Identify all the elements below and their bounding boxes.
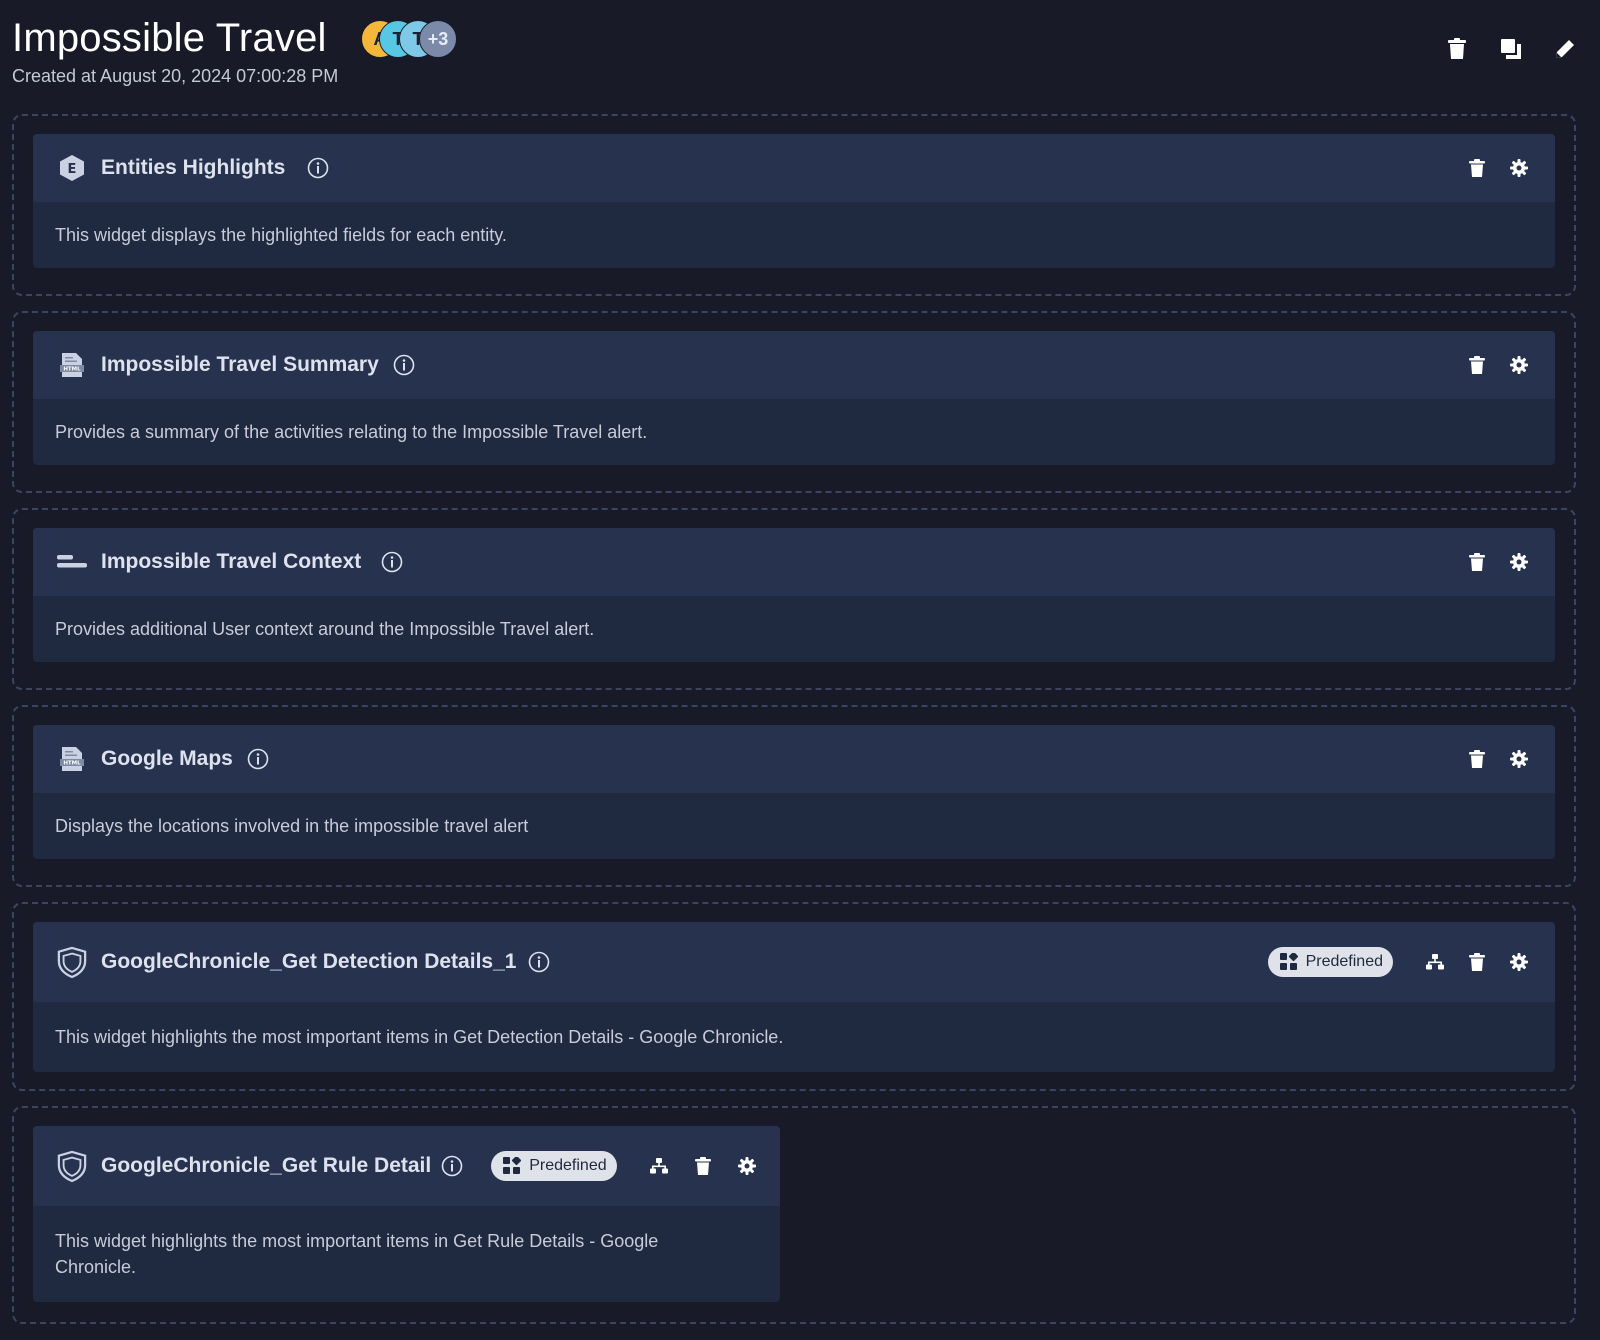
badge-label: Predefined [1305,953,1383,970]
widget-header: HTML Impossible Travel Summary [33,331,1555,399]
widget-header: GoogleChronicle_Get Rule Detail Predefin… [33,1126,780,1206]
gear-icon[interactable] [1509,952,1529,972]
trash-icon[interactable] [1444,36,1470,62]
info-icon[interactable] [307,157,329,179]
widget-card: Impossible Travel Context Provides addit… [33,528,1555,662]
shield-icon [57,946,87,979]
widget-actions [1467,331,1529,399]
trash-icon[interactable] [1467,158,1487,178]
gear-icon[interactable] [1509,158,1529,178]
hierarchy-icon[interactable] [1425,952,1445,972]
html-file-icon: HTML [57,744,87,774]
page-header: Impossible Travel A T T +3 Created at Au… [12,10,1588,100]
trash-icon[interactable] [1467,749,1487,769]
widget-description: This widget highlights the most importan… [55,1027,784,1047]
widget-title: GoogleChronicle_Get Rule Detail [101,1154,432,1177]
widget-description: Provides additional User context around … [55,619,595,639]
created-at: Created at August 20, 2024 07:00:28 PM [12,66,339,86]
trash-icon[interactable] [1467,355,1487,375]
svg-text:HTML: HTML [63,367,81,373]
widget-zone: GoogleChronicle_Get Detection Details_1 … [12,902,1576,1091]
widget-header: HTML Google Maps [33,725,1555,793]
widget-zone: GoogleChronicle_Get Rule Detail Predefin… [12,1106,1576,1324]
trash-icon[interactable] [693,1156,713,1176]
widget-card: GoogleChronicle_Get Detection Details_1 … [33,922,1555,1072]
html-file-icon: HTML [57,350,87,380]
info-icon[interactable] [441,1155,463,1177]
widget-description: This widget displays the highlighted fie… [55,225,507,245]
trash-icon[interactable] [1467,952,1487,972]
gear-icon[interactable] [1509,355,1529,375]
predefined-badge[interactable]: Predefined [1267,947,1393,977]
widget-actions [1467,725,1529,793]
widget-actions: Predefined [1267,922,1529,1002]
text-lines-icon [57,547,87,577]
widget-description: This widget highlights the most importan… [55,1231,659,1277]
shield-icon [57,1150,87,1183]
widget-description: Displays the locations involved in the i… [55,816,529,836]
widget-zone: HTML Impossible Travel Summary Provides … [12,311,1576,493]
entity-hexagon-icon: E [57,153,87,183]
widget-title: Entities Highlights [101,156,286,179]
widget-actions [1467,134,1529,202]
svg-text:E: E [68,162,77,177]
widget-title: Impossible Travel Context [101,550,362,573]
widget-actions [1467,528,1529,596]
info-icon[interactable] [393,354,415,376]
gear-icon[interactable] [1509,749,1529,769]
grid-icon [503,1157,522,1174]
page-actions [1444,36,1578,62]
badge-label: Predefined [529,1157,607,1174]
info-icon[interactable] [528,951,550,973]
widget-header: GoogleChronicle_Get Detection Details_1 … [33,922,1555,1002]
widget-card: E Entities Highlights This widget displa… [33,134,1555,268]
predefined-badge[interactable]: Predefined [491,1151,617,1181]
widget-header: Impossible Travel Context [33,528,1555,596]
hierarchy-icon[interactable] [649,1156,669,1176]
pencil-icon[interactable] [1552,36,1578,62]
grid-icon [1279,953,1298,970]
gear-icon[interactable] [1509,552,1529,572]
info-icon[interactable] [381,551,403,573]
copy-icon[interactable] [1498,36,1524,62]
info-icon[interactable] [247,748,269,770]
page-title: Impossible Travel [12,16,327,60]
widget-card: GoogleChronicle_Get Rule Detail Predefin… [33,1126,780,1302]
avatar-overflow-count[interactable]: +3 [419,20,457,58]
widget-card: HTML Impossible Travel Summary Provides … [33,331,1555,465]
widget-actions: Predefined [491,1126,756,1206]
widget-title: Google Maps [101,747,233,770]
svg-text:HTML: HTML [63,761,81,767]
trash-icon[interactable] [1467,552,1487,572]
widget-zone: E Entities Highlights This widget displa… [12,114,1576,296]
widget-title: Impossible Travel Summary [101,353,379,376]
widget-description: Provides a summary of the activities rel… [55,422,648,442]
widget-title: GoogleChronicle_Get Detection Details_1 [101,950,517,973]
widget-card: HTML Google Maps Displays the locations … [33,725,1555,859]
widget-zone: HTML Google Maps Displays the locations … [12,705,1576,887]
gear-icon[interactable] [737,1156,757,1176]
widget-zone: Impossible Travel Context Provides addit… [12,508,1576,690]
widget-header: E Entities Highlights [33,134,1555,202]
